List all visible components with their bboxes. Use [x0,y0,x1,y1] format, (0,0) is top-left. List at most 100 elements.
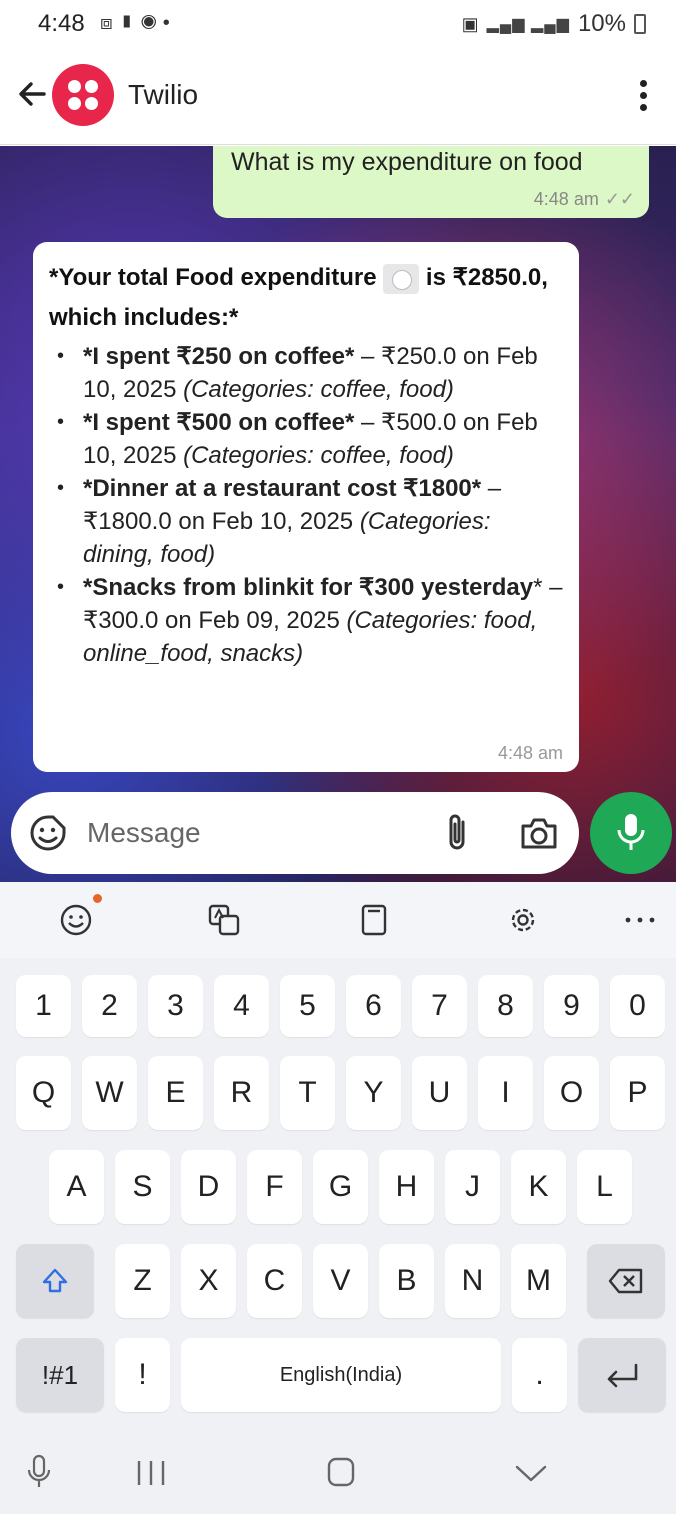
key-a[interactable]: A [49,1150,104,1224]
symbols-key[interactable]: !#1 [16,1338,104,1412]
key-3[interactable]: 3 [148,975,203,1037]
keyboard-mic-icon[interactable] [25,1454,53,1490]
key-p[interactable]: P [610,1056,665,1130]
outgoing-message[interactable]: What is my expenditure on food 4:48 am ✓✓ [213,146,649,218]
chevron-down-icon[interactable] [514,1462,548,1484]
item-categories: (Categories: coffee, food) [183,376,454,403]
read-ticks-icon: ✓✓ [604,189,635,209]
key-j[interactable]: J [445,1150,500,1224]
battery-percent: 10% [577,10,626,37]
backspace-key[interactable] [587,1244,665,1318]
key-5[interactable]: 5 [280,975,335,1037]
voice-record-button[interactable] [590,792,672,874]
sticker-icon[interactable] [29,814,67,852]
back-arrow-icon[interactable] [14,76,50,112]
item-title: *Dinner at a restaurant cost ₹1800* [83,475,482,502]
attach-icon[interactable] [441,812,475,854]
backspace-icon [608,1268,643,1294]
key-l[interactable]: L [577,1150,632,1224]
key-i[interactable]: I [478,1056,533,1130]
more-options-icon[interactable] [640,80,648,112]
key-period[interactable]: . [512,1338,567,1412]
microphone-icon [617,814,645,850]
item-categories: (Categories: coffee, food) [183,442,454,469]
key-z[interactable]: Z [115,1244,170,1318]
outgoing-message-text: What is my expenditure on food [231,148,583,176]
list-item: *Dinner at a restaurant cost ₹1800* – ₹1… [49,472,563,571]
key-f[interactable]: F [247,1150,302,1224]
twilio-logo[interactable] [52,64,114,126]
messenger-icon: ◉ [140,12,163,34]
battery-saver-icon: ▮ [118,12,141,34]
message-composer [11,792,579,874]
chat-title[interactable]: Twilio [128,79,198,111]
plate-emoji-icon [383,263,420,294]
key-o[interactable]: O [544,1056,599,1130]
key-n[interactable]: N [445,1244,500,1318]
status-bar: 4:48 ⧈▮◉• ▣ ▂▄▆ ▂▄▆ 10% [0,0,676,50]
item-title: *I spent ₹250 on coffee* [83,343,355,370]
recent-apps-icon[interactable] [134,1458,168,1488]
outgoing-message-meta: 4:48 am ✓✓ [534,189,635,210]
on-screen-keyboard: 1 2 3 4 5 6 7 8 9 0 Q W E R T Y U I O P … [0,882,676,1514]
heading-pre: *Your total Food expenditure [49,264,377,291]
key-9[interactable]: 9 [544,975,599,1037]
outgoing-message-time: 4:48 am [533,189,599,209]
expense-list: *I spent ₹250 on coffee* – ₹250.0 on Feb… [49,340,563,670]
alarm-icon: ▣ [461,13,479,34]
key-c[interactable]: C [247,1244,302,1318]
key-6[interactable]: 6 [346,975,401,1037]
key-v[interactable]: V [313,1244,368,1318]
key-7[interactable]: 7 [412,975,467,1037]
key-w[interactable]: W [82,1056,137,1130]
home-icon[interactable] [326,1456,356,1488]
keyboard-toolbar [0,882,676,958]
clipboard-icon[interactable] [356,902,392,938]
more-icon[interactable] [622,902,658,938]
list-item: *I spent ₹250 on coffee* – ₹250.0 on Feb… [49,340,563,406]
chat-area[interactable]: What is my expenditure on food 4:48 am ✓✓… [0,146,676,882]
key-s[interactable]: S [115,1150,170,1224]
camera-icon[interactable] [519,814,559,852]
status-time: 4:48 [38,10,85,37]
enter-key[interactable] [578,1338,666,1412]
emoji-icon[interactable] [58,902,94,938]
key-b[interactable]: B [379,1244,434,1318]
key-4[interactable]: 4 [214,975,269,1037]
key-r[interactable]: R [214,1056,269,1130]
notification-dot [93,894,102,903]
key-1[interactable]: 1 [16,975,71,1037]
key-e[interactable]: E [148,1056,203,1130]
notification-icons: ⧈▮◉• [100,12,176,35]
key-x[interactable]: X [181,1244,236,1318]
expenditure-heading: *Your total Food expenditure is ₹2850.0,… [49,258,563,338]
item-title: *Snacks from blinkit for ₹300 yesterday [83,574,534,601]
battery-icon [634,14,646,34]
status-right: ▣ ▂▄▆ ▂▄▆ 10% [462,10,646,38]
key-exclamation[interactable]: ! [115,1338,170,1412]
list-item: *I spent ₹500 on coffee* – ₹500.0 on Feb… [49,406,563,472]
key-g[interactable]: G [313,1150,368,1224]
key-8[interactable]: 8 [478,975,533,1037]
key-0[interactable]: 0 [610,975,665,1037]
translate-icon[interactable] [206,902,242,938]
key-u[interactable]: U [412,1056,467,1130]
key-t[interactable]: T [280,1056,335,1130]
incoming-message[interactable]: *Your total Food expenditure is ₹2850.0,… [33,242,579,772]
key-m[interactable]: M [511,1244,566,1318]
screenshot-icon: ⧈ [100,12,119,34]
shift-key[interactable] [16,1244,94,1318]
item-title: *I spent ₹500 on coffee* [83,409,355,436]
key-k[interactable]: K [511,1150,566,1224]
list-item: *Snacks from blinkit for ₹300 yesterday*… [49,571,563,670]
key-2[interactable]: 2 [82,975,137,1037]
key-d[interactable]: D [181,1150,236,1224]
space-bar[interactable]: English(India) [181,1338,501,1412]
system-nav-bar [0,1432,676,1514]
key-y[interactable]: Y [346,1056,401,1130]
message-input[interactable] [87,810,427,856]
shift-icon [42,1268,68,1293]
key-h[interactable]: H [379,1150,434,1224]
settings-icon[interactable] [505,902,541,938]
key-q[interactable]: Q [16,1056,71,1130]
